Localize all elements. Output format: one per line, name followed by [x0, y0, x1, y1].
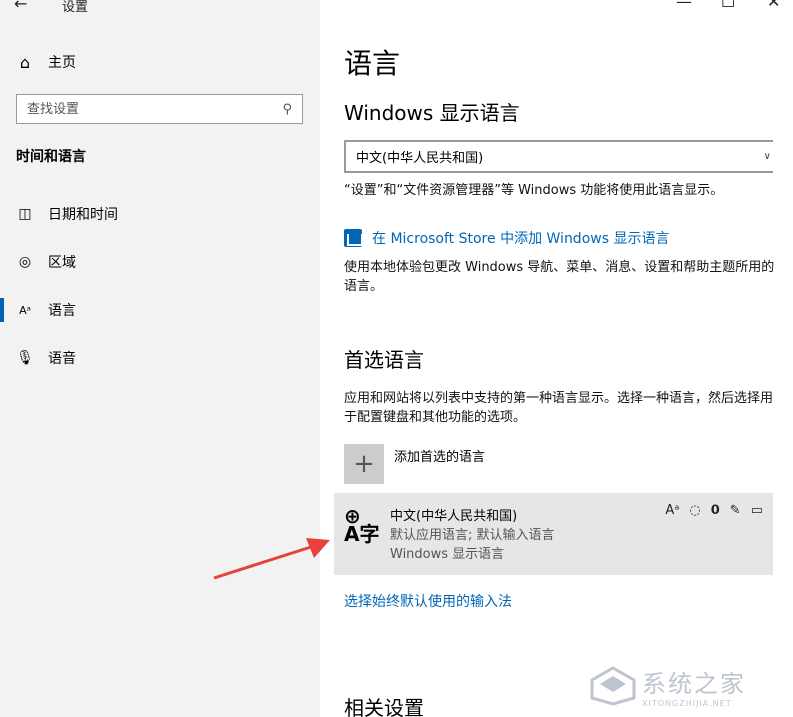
settings-window: ← 设置 ⌂ 主页 ⚲ 时间和语言 ◫ 日期和时间 ◎ 区域 Aᵃ 语言 🎙︎ … — [0, 0, 793, 717]
plus-icon: + — [344, 444, 384, 484]
home-label: 主页 — [48, 55, 76, 71]
sidebar-section-title: 时间和语言 — [16, 149, 86, 165]
input-method-link[interactable]: 选择始终默认使用的输入法 — [344, 591, 512, 611]
sidebar-item-home[interactable]: ⌂ 主页 — [16, 52, 76, 72]
store-icon — [344, 229, 363, 247]
related-settings-heading: 相关设置 — [344, 696, 424, 717]
language-name: 中文(中华人民共和国) — [390, 509, 518, 524]
watermark: 系统之家 XITONGZHIJIA.NET — [590, 664, 746, 708]
keyboard-feature-icon: ▭ — [750, 503, 763, 518]
watermark-cn: 系统之家 — [642, 670, 746, 698]
handwriting-feature-icon: ✎ — [729, 503, 741, 518]
language-sub2: Windows 显示语言 — [390, 547, 505, 562]
language-list-item[interactable]: ⊕ A字 中文(中华人民共和国) 默认应用语言; 默认输入语言 Windows … — [334, 493, 773, 575]
sidebar-item-language[interactable]: Aᵃ 语言 — [16, 300, 76, 320]
active-indicator — [0, 298, 4, 322]
sidebar-item-speech[interactable]: 🎙︎ 语音 — [16, 348, 76, 368]
search-input[interactable] — [27, 101, 267, 117]
sidebar: ← 设置 ⌂ 主页 ⚲ 时间和语言 ◫ 日期和时间 ◎ 区域 Aᵃ 语言 🎙︎ … — [0, 0, 320, 717]
close-icon[interactable]: ✕ — [767, 0, 780, 11]
microphone-feature-icon: 𝟬 — [710, 503, 720, 518]
language-pack-icon: ⊕ A字 — [344, 506, 380, 546]
sidebar-item-label: 语言 — [48, 303, 76, 319]
app-title: 设置 — [62, 0, 89, 15]
store-note: 使用本地体验包更改 Windows 导航、菜单、消息、设置和帮助主题所用的语言。 — [344, 260, 775, 294]
sidebar-item-date-time[interactable]: ◫ 日期和时间 — [16, 204, 118, 224]
sidebar-item-label: 区域 — [48, 255, 76, 271]
display-language-feature-icon: Aᵃ — [665, 503, 680, 518]
microphone-icon: 🎙︎ — [16, 350, 34, 366]
back-arrow-icon[interactable]: ← — [14, 0, 27, 13]
add-language-button[interactable]: + 添加首选的语言 — [344, 444, 485, 484]
sidebar-item-label: 语音 — [48, 351, 76, 367]
home-icon: ⌂ — [19, 52, 31, 72]
display-language-dropdown[interactable]: 中文(中华人民共和国) ∨ — [344, 140, 773, 173]
watermark-logo-icon — [590, 666, 636, 706]
language-sub1: 默认应用语言; 默认输入语言 — [390, 528, 555, 543]
maximize-icon[interactable]: ☐ — [721, 0, 735, 11]
language-feature-icons: Aᵃ ◌ 𝟬 ✎ ▭ — [665, 503, 763, 518]
search-box[interactable]: ⚲ — [16, 94, 303, 124]
preferred-language-note: 应用和网站将以列表中支持的第一种语言显示。选择一种语言，然后选择用于配置键盘和其… — [344, 391, 774, 425]
dropdown-value: 中文(中华人民共和国) — [356, 151, 484, 166]
page-title: 语言 — [344, 47, 401, 80]
display-language-heading: Windows 显示语言 — [344, 101, 520, 125]
chevron-down-icon: ∨ — [763, 151, 771, 162]
watermark-en: XITONGZHIJIA.NET — [642, 699, 732, 708]
red-arrow-annotation — [213, 538, 330, 580]
language-icon: Aᵃ — [19, 303, 31, 317]
calendar-clock-icon: ◫ — [18, 206, 32, 222]
preferred-language-heading: 首选语言 — [344, 348, 424, 372]
globe-region-icon: ◎ — [18, 254, 32, 270]
speech-feature-icon: ◌ — [689, 503, 701, 518]
minimize-icon[interactable]: — — [676, 0, 692, 11]
search-icon[interactable]: ⚲ — [282, 102, 292, 117]
azi-glyph: A字 — [344, 522, 380, 546]
sidebar-item-label: 日期和时间 — [48, 207, 118, 223]
store-link[interactable]: 在 Microsoft Store 中添加 Windows 显示语言 — [344, 228, 669, 248]
watermark-text: 系统之家 XITONGZHIJIA.NET — [642, 664, 746, 708]
sidebar-item-region[interactable]: ◎ 区域 — [16, 252, 76, 272]
add-language-label: 添加首选的语言 — [394, 450, 486, 465]
store-link-text[interactable]: 在 Microsoft Store 中添加 Windows 显示语言 — [372, 228, 669, 248]
display-language-note: “设置”和“文件资源管理器”等 Windows 功能将使用此语言显示。 — [344, 183, 724, 198]
